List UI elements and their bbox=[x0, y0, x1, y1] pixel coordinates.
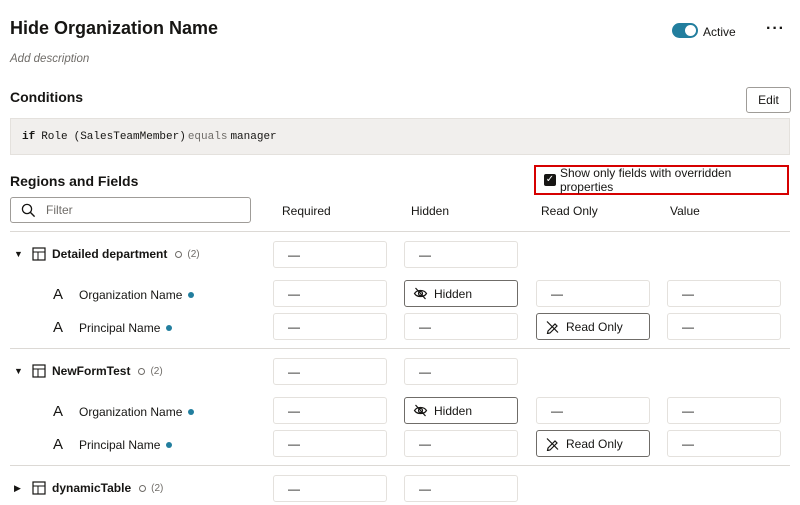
value-cell[interactable]: — bbox=[667, 313, 781, 340]
field-row-principal-name[interactable]: A Principal Name bbox=[53, 436, 173, 453]
caret-expanded-icon[interactable]: ▼ bbox=[14, 249, 24, 259]
column-header-required: Required bbox=[282, 204, 331, 218]
hidden-cell-active[interactable]: Hidden bbox=[404, 397, 518, 424]
group-hidden-cell[interactable]: — bbox=[404, 241, 518, 268]
hidden-cell-active[interactable]: Hidden bbox=[404, 280, 518, 307]
overridden-indicator bbox=[166, 441, 173, 448]
field-name: Principal Name bbox=[79, 437, 161, 452]
condition-field-id: (SalesTeamMember) bbox=[73, 130, 186, 143]
eye-slash-icon bbox=[413, 404, 428, 417]
read-only-cell-active[interactable]: Read Only bbox=[536, 430, 650, 457]
edit-conditions-button[interactable]: Edit bbox=[746, 87, 791, 113]
column-header-read-only: Read Only bbox=[541, 204, 598, 218]
show-overridden-only-checkbox[interactable]: ✓ Show only fields with overridden prope… bbox=[534, 165, 789, 195]
active-toggle[interactable] bbox=[672, 23, 698, 38]
read-only-cell[interactable]: — bbox=[536, 280, 650, 307]
condition-expression: if Role (SalesTeamMember) equals manager bbox=[10, 118, 790, 155]
more-actions-button[interactable]: ··· bbox=[766, 20, 785, 38]
filter-field[interactable] bbox=[10, 197, 251, 223]
group-name: NewFormTest bbox=[52, 364, 131, 378]
condition-value: manager bbox=[230, 130, 277, 143]
text-field-icon: A bbox=[53, 319, 64, 336]
filter-input[interactable] bbox=[44, 202, 224, 218]
checkbox-checked-icon[interactable]: ✓ bbox=[544, 174, 556, 186]
conditions-heading: Conditions bbox=[10, 89, 84, 105]
caret-collapsed-icon[interactable]: ▶ bbox=[14, 483, 24, 494]
group-count: (2) bbox=[138, 366, 163, 377]
group-row-detailed-department[interactable]: ▼ Detailed department (2) bbox=[14, 247, 200, 261]
group-row-newformtest[interactable]: ▼ NewFormTest (2) bbox=[14, 364, 163, 378]
text-field-icon: A bbox=[53, 403, 64, 420]
hidden-cell[interactable]: — bbox=[404, 313, 518, 340]
field-name: Organization Name bbox=[79, 404, 183, 419]
condition-operator: equals bbox=[187, 130, 228, 143]
field-row-organization-name[interactable]: A Organization Name bbox=[53, 286, 195, 303]
condition-field: Role bbox=[41, 130, 68, 143]
group-name: Detailed department bbox=[52, 247, 168, 261]
field-name: Principal Name bbox=[79, 320, 161, 335]
required-cell[interactable]: — bbox=[273, 280, 387, 307]
eye-slash-icon bbox=[413, 287, 428, 300]
group-hidden-cell[interactable]: — bbox=[404, 358, 518, 385]
field-name: Organization Name bbox=[79, 287, 183, 302]
overridden-indicator bbox=[188, 408, 195, 415]
read-only-cell-label: Read Only bbox=[566, 436, 623, 451]
field-row-principal-name[interactable]: A Principal Name bbox=[53, 319, 173, 336]
hidden-cell[interactable]: — bbox=[404, 430, 518, 457]
region-icon bbox=[32, 364, 46, 378]
field-row-organization-name[interactable]: A Organization Name bbox=[53, 403, 195, 420]
column-header-hidden: Hidden bbox=[411, 204, 450, 218]
value-cell[interactable]: — bbox=[667, 280, 781, 307]
description-field[interactable]: Add description bbox=[10, 53, 89, 65]
hidden-cell-label: Hidden bbox=[434, 286, 473, 301]
count-ring-icon bbox=[138, 367, 146, 375]
active-toggle-label: Active bbox=[703, 25, 736, 39]
column-header-value: Value bbox=[670, 204, 700, 218]
region-icon bbox=[32, 481, 46, 495]
caret-expanded-icon[interactable]: ▼ bbox=[14, 366, 24, 376]
count-ring-icon bbox=[139, 484, 147, 492]
value-cell[interactable]: — bbox=[667, 397, 781, 424]
required-cell[interactable]: — bbox=[273, 430, 387, 457]
divider bbox=[10, 465, 790, 466]
group-count: (2) bbox=[175, 249, 200, 260]
read-only-cell-label: Read Only bbox=[566, 319, 623, 334]
group-count: (2) bbox=[139, 483, 163, 494]
value-cell[interactable]: — bbox=[667, 430, 781, 457]
group-row-dynamictable[interactable]: ▶ dynamicTable (2) bbox=[14, 481, 163, 495]
divider bbox=[10, 231, 790, 232]
pencil-off-icon bbox=[545, 437, 560, 451]
condition-if-keyword: if bbox=[22, 130, 36, 143]
overridden-indicator bbox=[188, 291, 195, 298]
required-cell[interactable]: — bbox=[273, 313, 387, 340]
region-icon bbox=[32, 247, 46, 261]
divider bbox=[10, 348, 790, 349]
required-cell[interactable]: — bbox=[273, 397, 387, 424]
group-name: dynamicTable bbox=[52, 481, 132, 495]
group-required-cell[interactable]: — bbox=[273, 475, 387, 502]
show-overridden-only-label: Show only fields with overridden propert… bbox=[559, 166, 732, 194]
read-only-cell-active[interactable]: Read Only bbox=[536, 313, 650, 340]
text-field-icon: A bbox=[53, 286, 64, 303]
page-title: Hide Organization Name bbox=[10, 18, 219, 38]
group-required-cell[interactable]: — bbox=[273, 241, 387, 268]
pencil-off-icon bbox=[545, 320, 560, 334]
count-ring-icon bbox=[175, 250, 183, 258]
text-field-icon: A bbox=[53, 436, 64, 453]
hidden-cell-label: Hidden bbox=[434, 403, 473, 418]
search-icon bbox=[21, 203, 36, 218]
group-hidden-cell[interactable]: — bbox=[404, 475, 518, 502]
regions-heading: Regions and Fields bbox=[10, 173, 139, 189]
overridden-indicator bbox=[166, 324, 173, 331]
read-only-cell[interactable]: — bbox=[536, 397, 650, 424]
group-required-cell[interactable]: — bbox=[273, 358, 387, 385]
